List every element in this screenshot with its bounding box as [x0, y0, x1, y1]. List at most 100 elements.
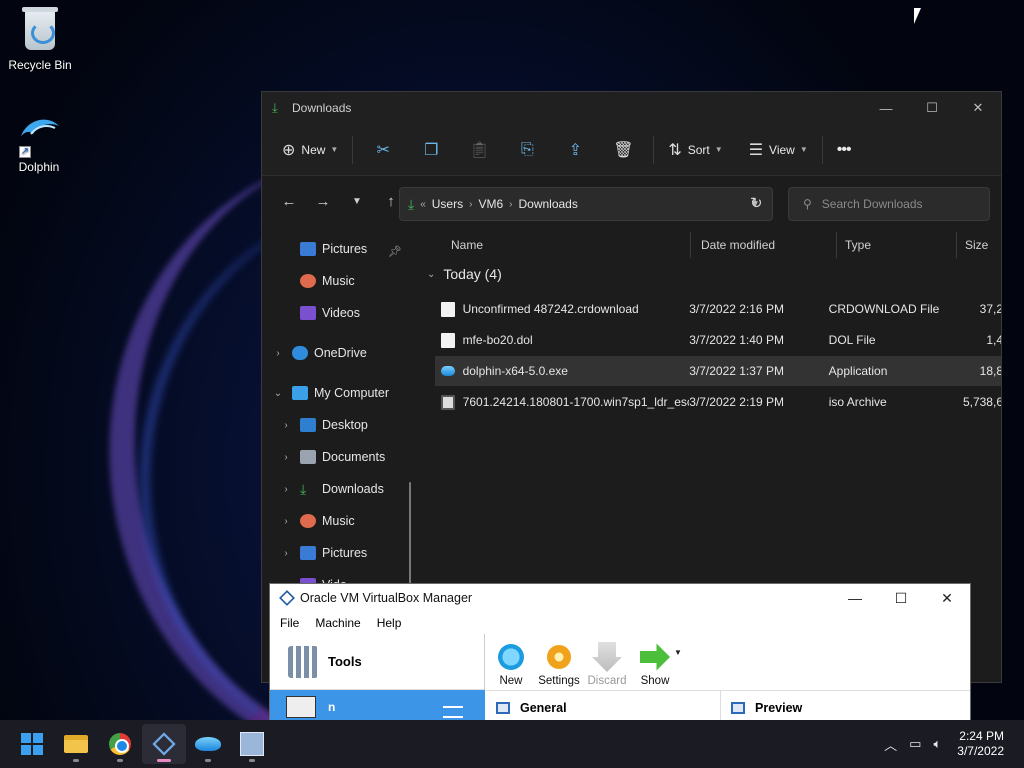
- tools-item[interactable]: Tools: [270, 634, 484, 690]
- pin-icon[interactable]: 📌︎: [388, 245, 402, 258]
- file-name: mfe-bo20.dol: [462, 333, 533, 347]
- virtualbox-titlebar[interactable]: Oracle VM VirtualBox Manager — ☐ ✕: [270, 584, 970, 612]
- menu-machine[interactable]: Machine: [307, 616, 368, 630]
- delete-icon[interactable]: 🗑︎: [599, 140, 647, 160]
- maximize-button[interactable]: ☐: [909, 92, 955, 124]
- refresh-icon[interactable]: ↻: [750, 194, 763, 212]
- sidebar-item-onedrive[interactable]: › OneDrive: [270, 340, 367, 366]
- network-icon[interactable]: ▭: [909, 736, 921, 752]
- vm-menu-icon[interactable]: [443, 706, 463, 718]
- column-header-label: Date modified: [701, 238, 776, 252]
- table-row[interactable]: 7601.24214.180801-1700.win7sp1_ldr_escr.…: [435, 387, 1001, 417]
- preview-panel-header[interactable]: Preview: [720, 690, 970, 722]
- view-button[interactable]: ☰ View ▼: [741, 134, 816, 166]
- show-button[interactable]: Show: [632, 642, 678, 690]
- chevron-right-icon[interactable]: ›: [270, 348, 286, 359]
- copy-icon[interactable]: ❐: [407, 140, 455, 160]
- sidebar-item-pictures[interactable]: › Pictures: [278, 540, 367, 566]
- chevron-right-icon[interactable]: ›: [278, 420, 294, 431]
- sidebar-item-music-quick[interactable]: Music: [278, 268, 355, 294]
- breadcrumb-item[interactable]: VM6: [478, 197, 503, 211]
- desktop-icon-dolphin[interactable]: ↗ Dolphin: [0, 112, 79, 174]
- minimize-button[interactable]: —: [863, 92, 909, 124]
- start-button[interactable]: [10, 724, 54, 764]
- sidebar-item-videos-quick[interactable]: Videos: [278, 300, 360, 326]
- file-size: 37,2: [979, 302, 1002, 316]
- column-header-date-modified[interactable]: Date modified: [693, 232, 837, 258]
- taskbar-virtualbox[interactable]: [142, 724, 186, 764]
- back-arrow-icon[interactable]: ←: [272, 193, 306, 210]
- chevron-right-icon[interactable]: ›: [278, 484, 294, 495]
- table-row[interactable]: Unconfirmed 487242.crdownload 3/7/2022 2…: [435, 294, 1002, 324]
- close-button[interactable]: ✕: [955, 92, 1001, 124]
- chevron-down-icon: ▼: [799, 145, 808, 154]
- explorer-titlebar[interactable]: ⤓ Downloads — ☐ ✕: [262, 92, 1001, 124]
- new-vm-button[interactable]: New: [488, 642, 534, 690]
- file-name: Unconfirmed 487242.crdownload: [462, 302, 639, 316]
- more-options-button[interactable]: •••: [829, 134, 859, 166]
- new-button[interactable]: ⊕ New ▼: [274, 134, 346, 166]
- sidebar-item-my-computer[interactable]: ⌄ My Computer: [270, 380, 389, 406]
- volume-icon[interactable]: 🔈︎: [933, 736, 941, 752]
- sidebar-item-pictures-quick[interactable]: Pictures: [278, 236, 367, 262]
- column-header-size[interactable]: Size: [957, 232, 1001, 258]
- plus-circle-icon: ⊕: [282, 141, 296, 159]
- recent-locations-icon[interactable]: ▼: [340, 196, 374, 207]
- rename-icon[interactable]: ⎘: [503, 141, 551, 159]
- breadcrumb-overflow[interactable]: «: [420, 199, 426, 210]
- cut-icon[interactable]: ✂: [359, 140, 407, 160]
- column-header-name[interactable]: Name: [443, 232, 691, 258]
- address-bar[interactable]: ⤓ « Users › VM6 › Downloads ▼: [399, 187, 773, 221]
- taskbar-chrome[interactable]: [98, 724, 142, 764]
- group-header-today[interactable]: ⌄ Today (4): [427, 266, 502, 282]
- sort-icon: ⇅: [668, 141, 682, 159]
- virtualbox-machine-list: Tools n: [270, 634, 485, 722]
- dolphin-icon: [195, 737, 221, 751]
- column-header-type[interactable]: Type: [837, 232, 957, 258]
- sidebar-item-desktop[interactable]: › Desktop: [278, 412, 368, 438]
- share-icon[interactable]: ⇪: [551, 140, 599, 160]
- taskbar-windows7-vm[interactable]: [230, 724, 274, 764]
- taskbar-file-explorer[interactable]: [54, 724, 98, 764]
- menu-file[interactable]: File: [272, 616, 307, 630]
- recycle-bin-label: Recycle Bin: [8, 58, 72, 72]
- menu-help[interactable]: Help: [369, 616, 410, 630]
- vm-list-item[interactable]: n: [270, 690, 485, 722]
- breadcrumb-item[interactable]: Downloads: [518, 197, 577, 211]
- chevron-right-icon[interactable]: ›: [278, 548, 294, 559]
- close-button[interactable]: ✕: [924, 584, 970, 612]
- show-label: Show: [640, 675, 670, 687]
- show-dropdown-icon[interactable]: ▼: [674, 648, 682, 657]
- taskbar-dolphin[interactable]: [186, 724, 230, 764]
- chevron-right-icon[interactable]: ›: [278, 516, 294, 527]
- chevron-right-icon[interactable]: ›: [278, 452, 294, 463]
- file-icon: [441, 332, 455, 348]
- forward-arrow-icon[interactable]: →: [306, 193, 340, 210]
- virtualbox-manager-window: Oracle VM VirtualBox Manager — ☐ ✕ File …: [269, 583, 971, 723]
- settings-button[interactable]: Settings: [536, 642, 582, 690]
- minimize-button[interactable]: —: [832, 584, 878, 612]
- breadcrumb-item[interactable]: Users: [432, 197, 463, 211]
- general-label: General: [520, 700, 567, 715]
- discard-button[interactable]: Discard: [584, 642, 630, 690]
- downloads-icon: ⤓: [300, 481, 307, 497]
- sidebar-item-music[interactable]: › Music: [278, 508, 355, 534]
- desktop-icon-recycle-bin[interactable]: Recycle Bin: [0, 7, 80, 72]
- paste-icon[interactable]: 📋︎: [455, 140, 503, 160]
- clock[interactable]: 2:24 PM 3/7/2022: [957, 729, 1004, 759]
- explorer-title: Downloads: [292, 101, 352, 115]
- general-panel-header[interactable]: General: [486, 690, 720, 722]
- chevron-down-icon[interactable]: ⌄: [270, 388, 286, 399]
- table-row[interactable]: mfe-bo20.dol 3/7/2022 1:40 PM DOL File 1…: [435, 325, 1001, 355]
- search-input[interactable]: ⚲ Search Downloads: [788, 187, 990, 221]
- sort-button[interactable]: ⇅ Sort ▼: [660, 134, 730, 166]
- videos-icon: [300, 306, 316, 320]
- sidebar-item-documents[interactable]: › Documents: [278, 444, 385, 470]
- chevron-up-icon[interactable]: ︿: [884, 735, 897, 754]
- windows7-vm-icon: [240, 732, 264, 756]
- sidebar-item-downloads[interactable]: › ⤓ Downloads: [278, 476, 384, 502]
- table-row[interactable]: dolphin-x64-5.0.exe 3/7/2022 1:37 PM App…: [435, 356, 1001, 386]
- maximize-button[interactable]: ☐: [878, 584, 924, 612]
- general-icon: [496, 701, 510, 714]
- tools-label: Tools: [328, 654, 362, 669]
